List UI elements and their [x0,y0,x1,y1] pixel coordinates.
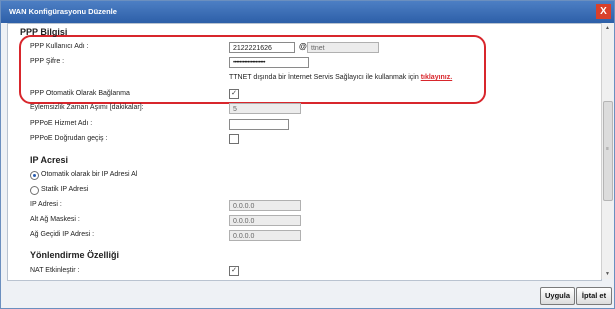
title-bar[interactable]: WAN Konfigürasyonu Düzenle X [1,1,614,23]
gateway-input[interactable]: 0.0.0.0 [229,230,301,241]
gateway-label: Ağ Geçidi IP Adresi : [30,231,95,238]
ppp-password-input[interactable]: •••••••••••••••••••• [229,57,309,68]
ip-address-input[interactable]: 0.0.0.0 [229,200,301,211]
ppp-username-input[interactable]: 2122221626 [229,42,295,53]
grip-icon: ≡ [606,146,609,152]
nat-checkbox[interactable]: ✓ [229,266,239,276]
close-icon[interactable]: X [596,4,611,19]
idle-timeout-input[interactable]: 5 [229,103,301,114]
subnet-mask-label: Alt Ağ Maskesi : [30,216,80,223]
subnet-mask-input[interactable]: 0.0.0.0 [229,215,301,226]
scroll-up-icon[interactable]: ▲ [602,23,613,33]
pppoe-service-input[interactable] [229,119,289,130]
apply-button[interactable]: Uygula [540,287,575,305]
isp-note: TTNET dışında bir İnternet Servis Sağlay… [229,74,452,81]
ip-auto-label: Otomatik olarak bir IP Adresi Al [41,171,138,178]
ip-section-heading: IP Acresi [30,155,69,165]
dialog-title: WAN Konfigürasyonu Düzenle [9,7,117,16]
pppoe-service-label: PPPoE Hizmet Adı : [30,120,93,127]
routing-section-heading: Yönlendirme Özelliği [30,250,120,260]
auto-connect-checkbox[interactable]: ✓ [229,89,239,99]
ip-static-label: Statik IP Adresi [41,186,89,193]
ppp-password-label: PPP Şifre : [30,58,65,65]
pppoe-passthrough-checkbox[interactable] [229,134,239,144]
dialog-footer: Uygula İptal et [1,281,614,308]
scroll-thumb[interactable]: ≡ [603,101,613,201]
ppp-domain-field: ttnet [307,42,379,53]
isp-note-text: TTNET dışında bir İnternet Servis Sağlay… [229,74,419,81]
at-sign: @ [299,42,307,51]
vertical-scrollbar[interactable]: ▲ ≡ ▼ [601,23,613,279]
scroll-down-icon[interactable]: ▼ [602,269,613,279]
wan-config-dialog: WAN Konfigürasyonu Düzenle X PPP Bilgisi… [0,0,615,309]
form-content: PPP Bilgisi PPP Kullanıcı Adı : 21222216… [7,23,602,281]
cancel-button[interactable]: İptal et [576,287,612,305]
isp-note-link[interactable]: tıklayınız. [421,74,453,81]
nat-label: NAT Etkinleştir : [30,267,80,274]
ppp-username-label: PPP Kullanıcı Adı : [30,43,89,50]
auto-connect-label: PPP Otomatik Olarak Bağlanma [30,90,130,97]
idle-timeout-label: Eylemsizlik Zaman Aşımı [dakikalar]: [30,104,144,111]
ip-static-radio[interactable] [30,186,39,195]
ip-auto-radio[interactable] [30,171,39,180]
pppoe-passthrough-label: PPPoE Doğrudan geçiş : [30,135,108,142]
ppp-section-heading: PPP Bilgisi [20,27,68,37]
ip-address-label: IP Adresi : [30,201,62,208]
